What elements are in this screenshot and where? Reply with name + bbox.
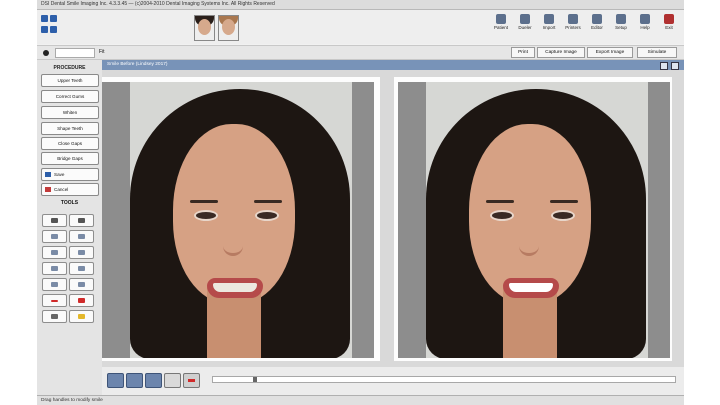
right-eye [551, 210, 575, 221]
import-icon [544, 14, 554, 24]
rewind-icon[interactable] [107, 373, 124, 388]
plus-icon[interactable] [69, 294, 94, 307]
magnify-icon[interactable] [42, 262, 67, 275]
simulate-button[interactable]: Simulate [637, 47, 677, 58]
graduation-cap-icon [496, 14, 506, 24]
clone-icon[interactable] [69, 230, 94, 243]
star-icon[interactable] [69, 310, 94, 323]
lasso-icon[interactable] [42, 246, 67, 259]
stop-icon[interactable] [183, 373, 200, 388]
correct-gums-button[interactable]: Correct Gums [41, 90, 99, 103]
wrench-icon [616, 14, 626, 24]
before-photo[interactable] [102, 82, 374, 358]
exit-button[interactable]: Exit [657, 14, 681, 30]
open-icon[interactable] [41, 15, 48, 22]
editor-button[interactable]: Editor [585, 14, 609, 30]
import-button[interactable]: Import [537, 14, 561, 30]
status-bar: Drag handles to modify smile [37, 395, 684, 405]
left-margin [0, 0, 37, 405]
arrow-right-icon[interactable] [69, 278, 94, 291]
lock-icon[interactable] [42, 310, 67, 323]
back-icon[interactable] [126, 373, 143, 388]
zoom-field[interactable] [55, 48, 95, 58]
smile [503, 278, 559, 298]
save-label: Save [54, 172, 65, 177]
cancel-label: Cancel [54, 187, 69, 192]
close-icon[interactable] [671, 62, 679, 70]
right-margin [684, 0, 720, 405]
right-eye [255, 210, 279, 221]
after-image-frame [394, 77, 672, 361]
capture-image-button[interactable]: Capture Image [537, 47, 585, 58]
pencil-icon[interactable] [69, 214, 94, 227]
title-bar: DSI Dental Smile Imaging Inc. 4.3.3.45 —… [37, 0, 684, 10]
patient-thumbnail-before[interactable] [194, 15, 215, 41]
patient-thumbnail-after[interactable] [218, 15, 239, 41]
eraser-icon[interactable] [42, 230, 67, 243]
setup-button[interactable]: Setup [609, 14, 633, 30]
workspace-header: Smile Before (Lindsey 2017) [102, 60, 684, 70]
timeline-slider[interactable] [212, 376, 676, 383]
help-button[interactable]: Help [633, 14, 657, 30]
save-icon [45, 172, 51, 177]
arrow-left-icon[interactable] [42, 278, 67, 291]
tools-header: TOOLS [60, 200, 79, 206]
upper-teeth-button[interactable]: Upper Teeth [41, 74, 99, 87]
hand-icon[interactable] [69, 262, 94, 275]
procedure-panel: PROCEDURE Upper Teeth Correct Gums White… [37, 60, 103, 395]
save-button[interactable]: Save [41, 168, 99, 181]
secondary-toolbar: Fit Print Capture Image Export Image Sim… [37, 45, 684, 60]
print-icon[interactable] [41, 26, 48, 33]
image-workspace: Smile Before (Lindsey 2017) [102, 60, 684, 405]
shape-teeth-button[interactable]: Shape Teeth [41, 122, 99, 135]
top-toolbar: Patient Dueler Import Printers Editor Se… [37, 10, 684, 44]
square-icon[interactable] [164, 373, 181, 388]
people-icon [520, 14, 530, 24]
cancel-icon [45, 187, 51, 192]
left-eye [490, 210, 514, 221]
undo-icon[interactable] [50, 26, 57, 33]
question-icon [640, 14, 650, 24]
printers-button[interactable]: Printers [561, 14, 585, 30]
cancel-button[interactable]: Cancel [41, 183, 99, 196]
pencil-icon [592, 14, 602, 24]
application-window: DSI Dental Smile Imaging Inc. 4.3.3.45 —… [37, 0, 684, 405]
marquee-icon[interactable] [69, 246, 94, 259]
red-dash-icon[interactable] [42, 294, 67, 307]
zoom-label: Fit [99, 49, 105, 55]
procedure-header: PROCEDURE [53, 65, 86, 71]
status-text: Drag handles to modify smile [41, 398, 103, 403]
teeth-after [509, 283, 553, 292]
minimize-icon[interactable] [660, 62, 668, 70]
main-tools: Patient Dueler Import Printers Editor Se… [489, 14, 681, 30]
forward-icon[interactable] [145, 373, 162, 388]
slider-thumb[interactable] [253, 377, 257, 382]
bridge-gaps-button[interactable]: Bridge Gaps [41, 152, 99, 165]
workspace-title: Smile Before (Lindsey 2017) [107, 62, 168, 67]
after-photo[interactable] [398, 82, 670, 358]
quick-icons [40, 14, 64, 36]
close-gaps-button[interactable]: Close Gaps [41, 137, 99, 150]
playback-bar [102, 367, 684, 395]
exit-icon [664, 14, 674, 24]
save-icon[interactable] [50, 15, 57, 22]
left-eye [194, 210, 218, 221]
export-image-button[interactable]: Export Image [587, 47, 633, 58]
record-icon[interactable] [43, 50, 49, 56]
smile [207, 278, 263, 298]
print-button[interactable]: Print [511, 47, 535, 58]
dueler-button[interactable]: Dueler [513, 14, 537, 30]
patient-button[interactable]: Patient [489, 14, 513, 30]
whiten-button[interactable]: Whiten [41, 106, 99, 119]
window-title: DSI Dental Smile Imaging Inc. 4.3.3.45 —… [41, 1, 275, 7]
before-image-frame [102, 77, 380, 361]
brush-icon[interactable] [42, 214, 67, 227]
printer-icon [568, 14, 578, 24]
teeth-before [213, 283, 257, 292]
